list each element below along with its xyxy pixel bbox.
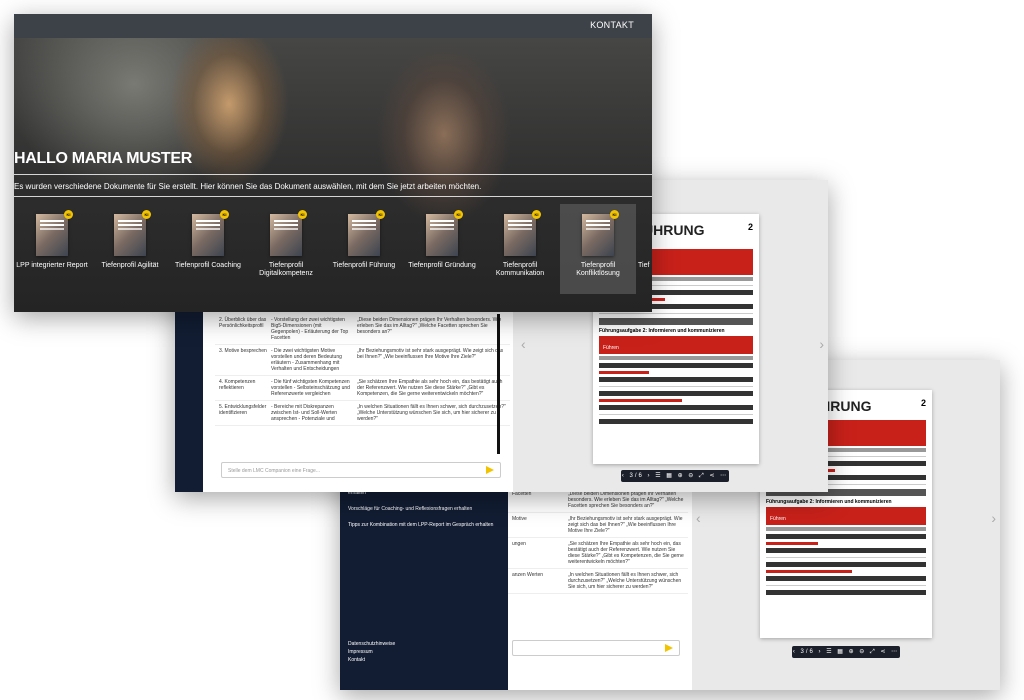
document-label: Tiefenprofil Agilität <box>101 262 159 269</box>
document-label: Tief <box>638 262 650 269</box>
ai-badge-icon: KI <box>454 210 463 219</box>
intro-text: Es wurden verschiedene Dokumente für Sie… <box>14 182 482 191</box>
chat-panel: 2. Überblick über das Persönlichkeitspro… <box>215 314 510 454</box>
table-row: 2. Überblick über das Persönlichkeitspro… <box>215 314 510 345</box>
document-card[interactable]: KI Tiefenprofil Führung <box>326 204 402 294</box>
table-row: ungen „Sie schätzen Ihre Empathie als seh… <box>508 538 688 569</box>
chevron-right-icon[interactable]: › <box>991 510 996 526</box>
ai-badge-icon: KI <box>610 210 619 219</box>
send-icon[interactable] <box>486 466 494 474</box>
section-box: Führen <box>603 345 619 351</box>
chat-panel: Facetten „Diese beiden Dimensionen prägen… <box>508 488 688 688</box>
sidebar-item[interactable]: Tipps zur Kombination mit dem LPP-Report… <box>340 520 508 530</box>
table-row: 3. Motive besprechen - Die zwei wichtigst… <box>215 345 510 376</box>
document-card-selected[interactable]: KI Tiefenprofil Konfliktlösung <box>560 204 636 294</box>
document-label: LPP integrierter Report <box>16 262 88 269</box>
document-label: Tiefenprofil Digitalkompetenz <box>259 262 313 277</box>
sidebar-item[interactable]: Vorschläge für Coaching- und Reflexionsf… <box>340 504 508 514</box>
document-card[interactable]: KI Tiefenprofil Kommunikation <box>482 204 558 294</box>
chevron-right-icon[interactable]: › <box>819 336 824 352</box>
document-thumbnail <box>270 214 302 256</box>
document-label: Tiefenprofil Führung <box>332 262 396 269</box>
viewer-toolbar[interactable]: ‹ 3/6 › ☰ ▦ ⊕ ⊖ ⤢ ⋖ ⋯ <box>621 470 729 482</box>
scrollbar[interactable] <box>497 314 500 454</box>
document-label: Tiefenprofil Gründung <box>408 262 476 269</box>
ai-badge-icon: KI <box>298 210 307 219</box>
divider <box>14 174 652 175</box>
document-card[interactable]: KI Tiefenprofil Agilität <box>92 204 168 294</box>
section-title: Führungsaufgabe 2: Informieren und kommu… <box>599 328 725 334</box>
contact-link[interactable]: KONTAKT <box>590 20 634 30</box>
page-number: 2 <box>747 222 753 232</box>
front-app-window: KONTAKT HALLO MARIA MUSTER Es wurden ver… <box>14 14 652 312</box>
document-label: Tiefenprofil Konfliktlösung <box>576 262 620 277</box>
document-thumbnail <box>114 214 146 256</box>
chat-input[interactable]: Stelle dem LMC Companion eine Frage... <box>221 462 501 478</box>
document-thumbnail <box>504 214 536 256</box>
ai-badge-icon: KI <box>532 210 541 219</box>
section-box: Führen <box>770 516 786 522</box>
document-card[interactable]: KI Tiefenprofil Coaching <box>170 204 246 294</box>
section-title: Führungsaufgabe 2: Informieren und kommu… <box>766 499 892 505</box>
document-card[interactable]: KI Tiefenprofil Digitalkompetenz <box>248 204 324 294</box>
table-row: Motive „Ihr Beziehungsmotiv ist sehr star… <box>508 513 688 538</box>
imprint-link[interactable]: Impressum <box>340 648 403 656</box>
table-row: 5. Entwicklungsfelder identifizieren - Be… <box>215 401 510 426</box>
chat-input[interactable] <box>512 640 680 656</box>
document-thumbnail <box>582 214 614 256</box>
viewer-toolbar[interactable]: ‹ 3/6 › ☰ ▦ ⊕ ⊖ ⤢ ⋖ ⋯ <box>792 646 900 658</box>
document-list: KI LPP integrierter Report KI Tiefenprofil… <box>14 200 652 300</box>
ai-badge-icon: KI <box>64 210 73 219</box>
footer-links: Datenschutzhinweise Impressum Kontakt <box>340 640 403 664</box>
document-card[interactable]: KI LPP integrierter Report <box>14 204 90 294</box>
chevron-left-icon[interactable]: ‹ <box>521 336 526 352</box>
send-icon[interactable] <box>665 644 673 652</box>
chevron-left-icon[interactable]: ‹ <box>696 510 701 526</box>
top-bar: KONTAKT <box>14 14 652 38</box>
privacy-link[interactable]: Datenschutzhinweise <box>340 640 403 648</box>
document-thumbnail <box>36 214 68 256</box>
greeting-heading: HALLO MARIA MUSTER <box>14 150 192 167</box>
divider <box>14 196 652 197</box>
ai-badge-icon: KI <box>220 210 229 219</box>
document-thumbnail <box>426 214 458 256</box>
document-thumbnail <box>348 214 380 256</box>
document-label: Tiefenprofil Kommunikation <box>495 262 545 277</box>
table-row: 4. Kompetenzen reflektieren - Die fünf wi… <box>215 376 510 401</box>
chat-input-placeholder: Stelle dem LMC Companion eine Frage... <box>228 468 320 474</box>
document-card[interactable]: KI Tiefenprofil Gründung <box>404 204 480 294</box>
document-card[interactable]: Tief <box>638 204 652 294</box>
document-label: Tiefenprofil Coaching <box>175 262 241 269</box>
ai-badge-icon: KI <box>376 210 385 219</box>
ai-badge-icon: KI <box>142 210 151 219</box>
contact-link[interactable]: Kontakt <box>340 656 403 664</box>
table-row: anzen Werten „In welchen Situationen fäll… <box>508 569 688 594</box>
page-number: 2 <box>920 398 926 408</box>
document-thumbnail <box>192 214 224 256</box>
